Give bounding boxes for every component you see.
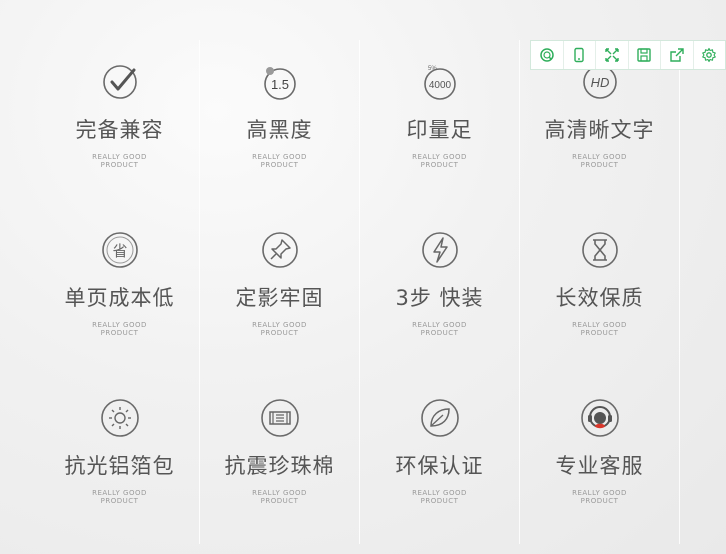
feature-title: 专业客服 bbox=[555, 454, 644, 478]
feature-subtitle: REALLY GOOD PRODUCT bbox=[572, 489, 627, 505]
search-zoom-icon bbox=[540, 48, 554, 62]
pushpin-icon bbox=[260, 230, 300, 270]
feature-title: 长效保质 bbox=[555, 286, 644, 310]
feature-title: 印量足 bbox=[406, 118, 473, 142]
lightning-icon bbox=[420, 230, 460, 270]
feature-item: 环保认证 REALLY GOOD PRODUCT bbox=[360, 376, 520, 544]
settings-button[interactable] bbox=[694, 41, 726, 69]
feature-title: 环保认证 bbox=[395, 454, 484, 478]
foam-icon bbox=[260, 398, 300, 438]
feature-item: 定影牢固 REALLY GOOD PRODUCT bbox=[200, 208, 360, 376]
share-icon bbox=[670, 48, 684, 62]
feature-item: 省 单页成本低 REALLY GOOD PRODUCT bbox=[40, 208, 200, 376]
feature-title: 抗光铝箔包 bbox=[64, 454, 175, 478]
feature-item: 长效保质 REALLY GOOD PRODUCT bbox=[520, 208, 680, 376]
save-money-icon: 省 bbox=[100, 230, 140, 270]
svg-text:1.5: 1.5 bbox=[270, 77, 288, 92]
feature-title: 3步 快装 bbox=[395, 286, 484, 310]
feature-item: 抗光铝箔包 REALLY GOOD PRODUCT bbox=[40, 376, 200, 544]
feature-item: 专业客服 REALLY GOOD PRODUCT bbox=[520, 376, 680, 544]
feature-item: 5% 4000 印量足 REALLY GOOD PRODUCT bbox=[360, 40, 520, 208]
svg-text:省: 省 bbox=[112, 242, 127, 260]
save-button[interactable] bbox=[629, 41, 661, 69]
search-zoom-button[interactable] bbox=[531, 41, 564, 69]
feature-title: 完备兼容 bbox=[75, 118, 164, 142]
feature-subtitle: REALLY GOOD PRODUCT bbox=[252, 489, 307, 505]
feature-item: 完备兼容 REALLY GOOD PRODUCT bbox=[40, 40, 200, 208]
feature-item: 3步 快装 REALLY GOOD PRODUCT bbox=[360, 208, 520, 376]
density-1-5-icon: 1.5 bbox=[260, 62, 300, 102]
fullscreen-icon bbox=[605, 48, 619, 62]
feature-subtitle: REALLY GOOD PRODUCT bbox=[92, 153, 147, 169]
share-button[interactable] bbox=[661, 41, 694, 69]
mobile-view-button[interactable] bbox=[564, 41, 596, 69]
feature-title: 高清晰文字 bbox=[544, 118, 655, 142]
leaf-icon bbox=[420, 398, 460, 438]
feature-subtitle: REALLY GOOD PRODUCT bbox=[412, 153, 467, 169]
feature-title: 单页成本低 bbox=[64, 286, 175, 310]
feature-subtitle: REALLY GOOD PRODUCT bbox=[572, 321, 627, 337]
settings-icon bbox=[702, 47, 717, 63]
fullscreen-button[interactable] bbox=[596, 41, 629, 69]
feature-subtitle: REALLY GOOD PRODUCT bbox=[412, 489, 467, 505]
feature-title: 定影牢固 bbox=[235, 286, 324, 310]
sun-icon bbox=[100, 398, 140, 438]
svg-text:4000: 4000 bbox=[428, 80, 451, 91]
feature-title: 抗震珍珠棉 bbox=[224, 454, 335, 478]
save-icon bbox=[637, 48, 651, 62]
svg-text:5%: 5% bbox=[428, 66, 437, 72]
mobile-icon bbox=[574, 47, 584, 63]
hourglass-icon bbox=[580, 230, 620, 270]
feature-title: 高黑度 bbox=[246, 118, 313, 142]
feature-subtitle: REALLY GOOD PRODUCT bbox=[412, 321, 467, 337]
yield-4000-icon: 5% 4000 bbox=[420, 62, 460, 102]
image-toolbar bbox=[530, 40, 726, 70]
feature-subtitle: REALLY GOOD PRODUCT bbox=[92, 321, 147, 337]
feature-grid: 完备兼容 REALLY GOOD PRODUCT 1.5 高黑度 REALLY G… bbox=[40, 40, 680, 544]
feature-item: 抗震珍珠棉 REALLY GOOD PRODUCT bbox=[200, 376, 360, 544]
customer-service-icon bbox=[580, 398, 620, 438]
feature-item: 1.5 高黑度 REALLY GOOD PRODUCT bbox=[200, 40, 360, 208]
svg-text:HD: HD bbox=[590, 75, 609, 90]
feature-subtitle: REALLY GOOD PRODUCT bbox=[252, 321, 307, 337]
checkmark-icon bbox=[100, 62, 140, 102]
feature-subtitle: REALLY GOOD PRODUCT bbox=[92, 489, 147, 505]
feature-subtitle: REALLY GOOD PRODUCT bbox=[252, 153, 307, 169]
feature-subtitle: REALLY GOOD PRODUCT bbox=[572, 153, 627, 169]
